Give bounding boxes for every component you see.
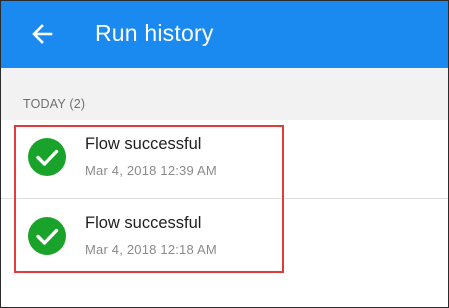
section-header-today: TODAY (2) bbox=[23, 97, 86, 111]
check-circle-icon bbox=[28, 217, 66, 255]
run-timestamp: Mar 4, 2018 12:39 AM bbox=[85, 163, 217, 178]
arrow-left-icon bbox=[32, 24, 53, 44]
run-status-title: Flow successful bbox=[85, 135, 202, 153]
app-bar: Run history bbox=[1, 1, 448, 68]
back-button[interactable] bbox=[25, 17, 59, 51]
page-title: Run history bbox=[95, 20, 214, 46]
check-circle-icon bbox=[28, 138, 66, 176]
run-timestamp: Mar 4, 2018 12:18 AM bbox=[85, 242, 217, 257]
app-frame: Run history TODAY (2) Flow successful Ma… bbox=[0, 0, 449, 308]
run-list-item[interactable]: Flow successful Mar 4, 2018 12:39 AM bbox=[1, 120, 448, 199]
run-list: Flow successful Mar 4, 2018 12:39 AM Flo… bbox=[1, 120, 448, 307]
run-list-item[interactable]: Flow successful Mar 4, 2018 12:18 AM bbox=[1, 199, 448, 277]
run-status-title: Flow successful bbox=[85, 214, 202, 232]
